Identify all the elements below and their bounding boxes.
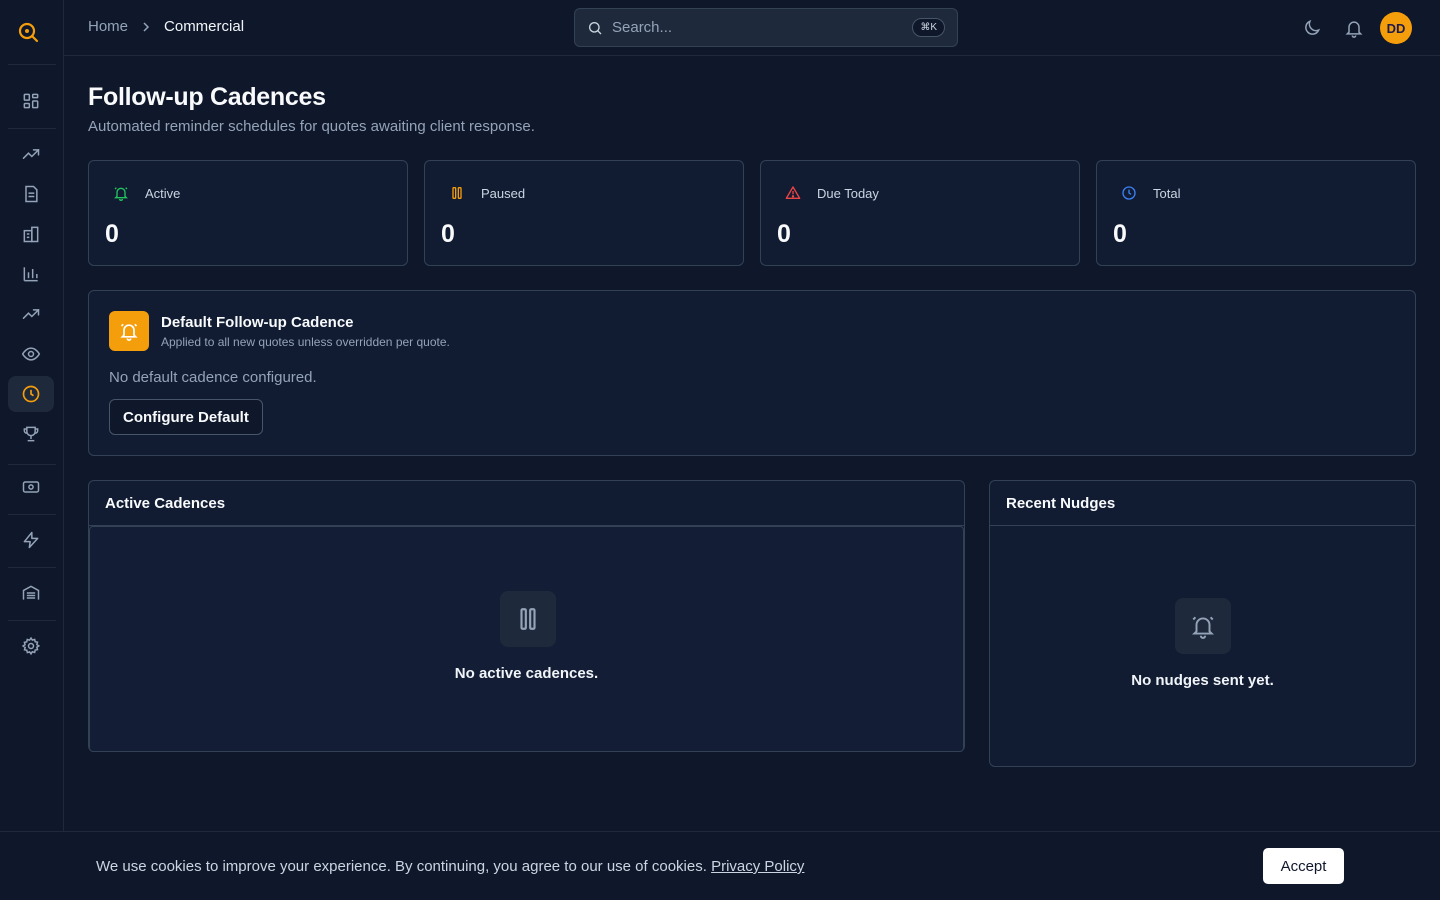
sidebar-divider [8,464,56,465]
trending-up-icon [22,309,40,319]
stat-value: 0 [1113,220,1127,248]
sidebar-item-automations[interactable] [8,522,54,558]
sidebar [0,0,64,900]
default-cadence-title: Default Follow-up Cadence [161,314,354,331]
cookie-banner: We use cookies to improve your experienc… [0,831,1440,900]
active-cadences-empty-state: No active cadences. [89,526,964,752]
empty-icon-box [500,591,556,647]
sidebar-item-buildings[interactable] [8,216,54,252]
sidebar-item-watch[interactable] [8,336,54,372]
stat-card-paused: Paused 0 [424,160,744,266]
stat-label: Due Today [817,186,879,201]
bar-chart-icon [23,267,38,282]
lightning-icon [23,531,39,549]
cookie-message-text: We use cookies to improve your experienc… [96,858,707,875]
breadcrumb-current: Commercial [164,18,245,35]
sidebar-item-reports[interactable] [8,256,54,292]
document-icon [25,185,38,203]
cookie-message: We use cookies to improve your experienc… [96,858,804,875]
breadcrumb-home[interactable]: Home [88,18,128,35]
grid-icon [23,93,39,109]
bell-ring-icon [1191,616,1215,639]
stat-label: Total [1153,186,1181,201]
bell-icon[interactable] [1344,18,1364,38]
avatar[interactable]: DD [1380,12,1412,44]
recent-nudges-title: Recent Nudges [990,481,1415,526]
sidebar-item-warehouse[interactable] [8,575,54,611]
active-cadences-empty-text: No active cadences. [454,665,599,682]
sidebar-item-growth[interactable] [8,296,54,332]
trophy-icon [23,426,39,442]
moon-icon[interactable] [1302,18,1322,38]
default-cadence-empty: No default cadence configured. [109,369,317,386]
stat-label: Paused [481,186,526,201]
active-cadences-title: Active Cadences [89,481,964,526]
sidebar-item-follow-ups[interactable] [8,376,54,412]
clock-icon [1122,186,1136,200]
privacy-policy-link[interactable]: Privacy Policy [711,858,804,875]
trending-up-icon [22,149,40,159]
money-icon [22,481,40,493]
sidebar-item-trends[interactable] [8,136,54,172]
stat-card-active: Active 0 [88,160,408,266]
empty-icon-box [1175,598,1231,654]
sidebar-divider [8,620,56,621]
page-title: Follow-up Cadences [88,83,326,111]
sidebar-item-quotes[interactable] [8,176,54,212]
page-subtitle: Automated reminder schedules for quotes … [88,118,535,135]
bell-ring-icon [120,323,138,341]
sidebar-divider [8,514,56,515]
stat-value: 0 [105,220,119,248]
pause-icon [520,608,536,630]
bell-ring-icon [114,187,128,201]
sidebar-item-dashboard[interactable] [8,83,54,119]
sidebar-divider [8,128,56,129]
stat-card-total: Total 0 [1096,160,1416,266]
search-icon [589,21,602,34]
sidebar-item-billing[interactable] [8,469,54,505]
sidebar-divider [8,567,56,568]
accept-cookies-button[interactable]: Accept [1263,848,1344,884]
stat-label: Active [145,186,181,201]
active-cadences-panel: Active Cadences No active cadences. [88,480,965,752]
clock-icon [22,385,40,403]
warehouse-icon [22,585,40,600]
stat-card-due-today: Due Today 0 [760,160,1080,266]
stat-value: 0 [441,220,455,248]
sidebar-item-settings[interactable] [8,628,54,664]
stat-value: 0 [777,220,791,248]
configure-default-button[interactable]: Configure Default [109,399,263,435]
gear-icon [21,636,41,656]
search-input[interactable]: Search... ⌘K [574,8,958,47]
top-bar: Home Commercial Search... ⌘K DD [64,0,1440,56]
recent-nudges-panel: Recent Nudges No nudges sent yet. [989,480,1416,767]
search-shortcut-badge: ⌘K [912,18,945,37]
default-cadence-description: Applied to all new quotes unless overrid… [161,335,450,349]
breadcrumb: Home Commercial [88,18,244,35]
recent-nudges-empty-text: No nudges sent yet. [1131,672,1274,689]
search-logo-icon[interactable] [16,20,40,44]
alert-triangle-icon [785,186,801,199]
chevron-right-icon [143,21,150,32]
pause-icon [452,187,462,199]
default-cadence-icon-box [109,311,149,351]
sidebar-item-awards[interactable] [8,416,54,452]
sidebar-divider [8,64,56,65]
search-placeholder: Search... [612,19,673,36]
default-cadence-card: Default Follow-up Cadence Applied to all… [88,290,1416,456]
eye-icon [21,347,41,361]
building-icon [23,226,39,243]
